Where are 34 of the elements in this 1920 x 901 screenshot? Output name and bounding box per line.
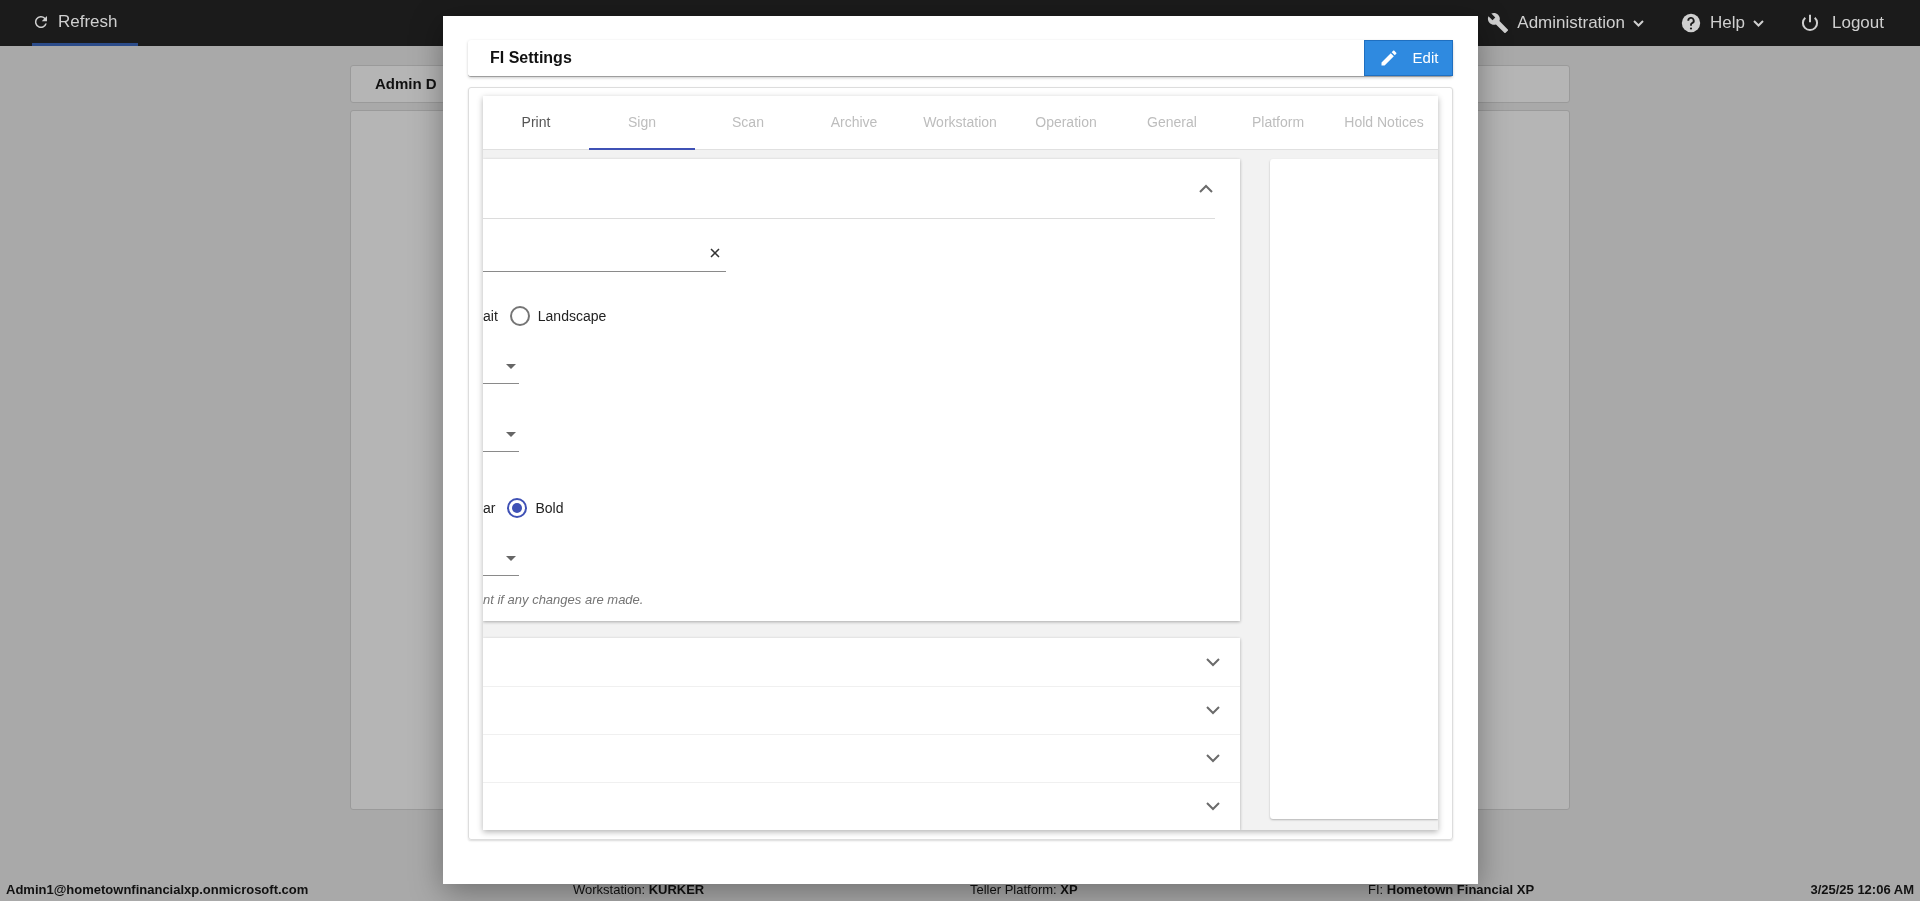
radio-button[interactable] [507,498,528,518]
dropdown-caret-icon [506,364,516,369]
radio-label: ar [483,498,496,518]
menu-button[interactable]: Administration [1487,10,1645,36]
edit-button[interactable]: Edit [1364,40,1453,76]
chevron-down-icon[interactable] [1206,754,1220,763]
platform-label: Teller Platform: XP [970,882,1078,898]
tab[interactable]: Print [483,96,589,150]
radio-label: ait [483,306,498,326]
modal-title: FI Settings [490,48,572,68]
clear-icon [710,248,720,258]
date-time: 3/25/25 12:06 AM [1810,881,1914,900]
note-text: nt if any changes are made. [483,591,645,609]
chevron-down-icon[interactable] [1206,657,1220,667]
radio-label: Landscape [537,306,607,326]
workstation-label: Workstation: KURKER [573,882,705,898]
refresh-button[interactable]: Refresh [32,0,138,46]
user-email: Admin1@hometownfinancialxp.onmicrosoft.com [6,882,309,898]
power-icon [1800,13,1820,33]
page-title: Admin D [375,73,437,94]
radio-label: Bold [535,498,564,518]
chevron-down-icon[interactable] [1206,802,1220,811]
menu-button[interactable]: Help [1680,10,1764,36]
radio-button[interactable] [509,306,530,326]
fi-label: FI: Hometown Financial XP [1368,881,1535,900]
dropdown-caret-icon [506,556,516,561]
caret-icon [1633,19,1645,27]
help-icon [1680,12,1703,34]
caret-icon [1753,19,1764,27]
chevron-up-icon[interactable] [1199,184,1213,193]
dropdown-caret-icon [506,432,516,437]
logout-button[interactable]: Logout [1800,10,1884,36]
chevron-down-icon[interactable] [1206,706,1220,715]
wrench-icon [1487,12,1510,34]
